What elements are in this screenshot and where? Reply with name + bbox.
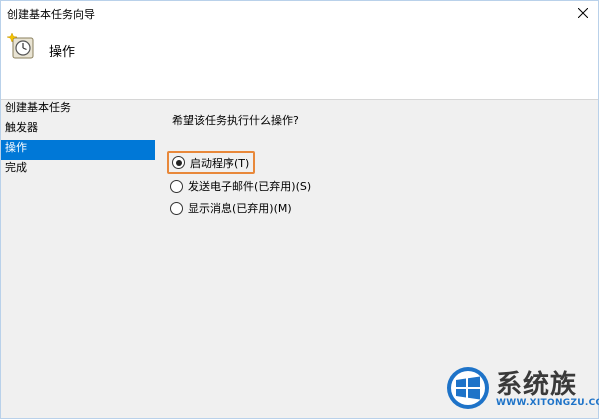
radio-label: 显示消息(已弃用)(M)	[188, 202, 292, 215]
sidebar-item-label: 创建基本任务	[5, 101, 71, 114]
watermark-url: WWW.XITONGZU.COM	[496, 398, 599, 408]
radio-label: 发送电子邮件(已弃用)(S)	[188, 180, 312, 193]
radio-start-program[interactable]: 启动程序(T)	[167, 151, 256, 174]
watermark-brand: 系统族	[496, 370, 578, 400]
radio-label: 启动程序(T)	[190, 156, 250, 170]
radio-show-message[interactable]: 显示消息(已弃用)(M)	[167, 198, 296, 218]
close-button[interactable]	[572, 3, 594, 23]
sidebar-item-label: 操作	[5, 141, 27, 154]
sidebar-item-label: 触发器	[5, 121, 38, 134]
sidebar-item-action[interactable]: 操作	[1, 140, 155, 160]
task-clock-icon	[7, 32, 34, 59]
radio-send-email[interactable]: 发送电子邮件(已弃用)(S)	[167, 176, 315, 196]
wizard-header: 操作	[1, 27, 598, 100]
radio-button[interactable]	[170, 179, 183, 193]
radio-button-checked[interactable]	[172, 156, 185, 169]
wizard-steps-sidebar: 创建基本任务 触发器 操作 完成	[1, 100, 155, 418]
sidebar-item-label: 完成	[5, 161, 27, 174]
close-icon	[578, 8, 588, 18]
sidebar-item-create-basic-task[interactable]: 创建基本任务	[1, 100, 155, 120]
radio-button[interactable]	[170, 201, 183, 215]
task-wizard-window: 创建基本任务向导 操作 创建基本任务 触发器 操作 完成 希望该任务执行什么操作…	[0, 0, 599, 419]
title-bar[interactable]: 创建基本任务向导	[1, 1, 598, 27]
sidebar-item-trigger[interactable]: 触发器	[1, 120, 155, 140]
watermark: 系统族 WWW.XITONGZU.COM	[444, 360, 599, 416]
page-title: 操作	[49, 45, 76, 60]
window-title: 创建基本任务向导	[7, 8, 95, 21]
windows-logo-icon	[447, 367, 489, 409]
sidebar-item-finish[interactable]: 完成	[1, 160, 155, 180]
action-question: 希望该任务执行什么操作?	[172, 114, 299, 127]
